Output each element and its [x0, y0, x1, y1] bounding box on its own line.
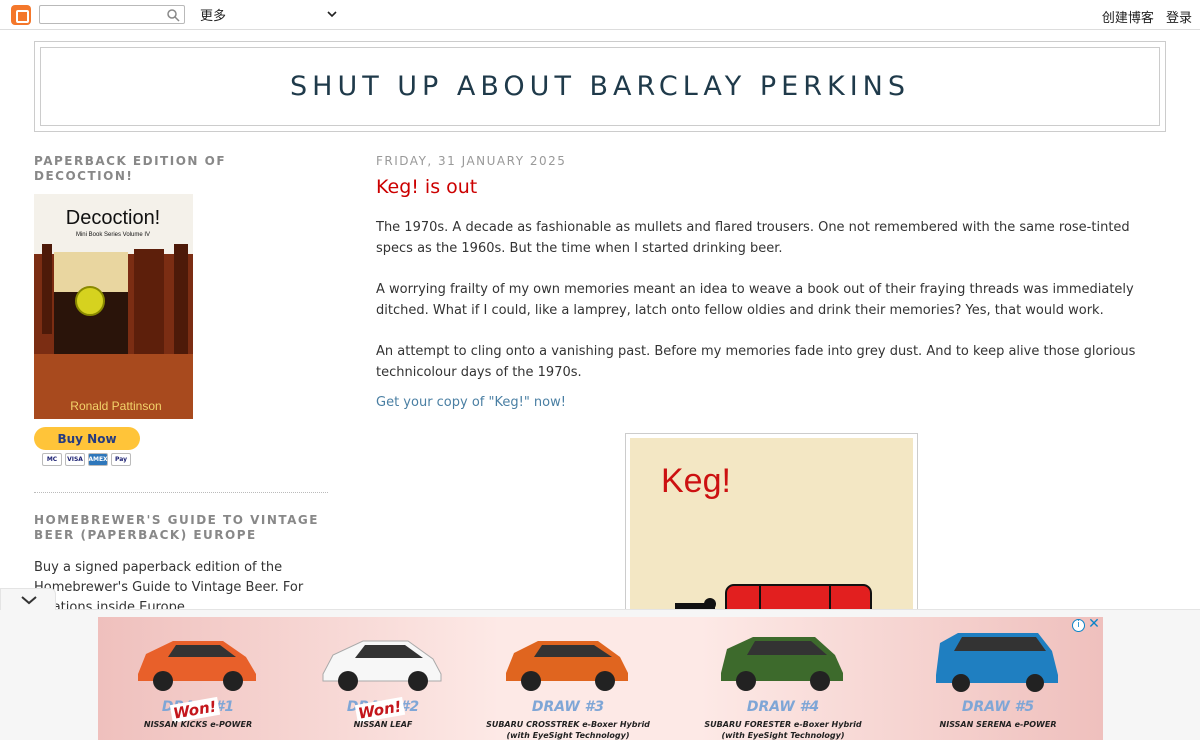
- book-author: Ronald Pattinson: [70, 399, 161, 413]
- navbar: 更多 创建博客 登录: [0, 0, 1200, 30]
- model-label: SUBARU FORESTER e-Boxer Hybrid (with Eye…: [704, 720, 862, 740]
- post: FRIDAY, 31 JANUARY 2025 Keg! is out The …: [376, 154, 1166, 633]
- create-blog-link[interactable]: 创建博客: [1102, 11, 1154, 26]
- post-body: The 1970s. A decade as fashionable as mu…: [376, 217, 1166, 410]
- car-image: [322, 640, 442, 691]
- search-icon[interactable]: [166, 8, 180, 22]
- apple-pay-icon: Pay: [111, 453, 131, 466]
- keg-cover: Keg!: [630, 438, 913, 628]
- nav-right-links: 创建博客 登录: [1094, 7, 1192, 26]
- get-copy-link[interactable]: Get your copy of "Keg!" now!: [376, 395, 1166, 410]
- book-series: Mini Book Series Volume IV: [76, 232, 150, 238]
- draw-label: DRAW #3: [531, 699, 605, 715]
- model-label: NISSAN LEAF: [353, 720, 413, 729]
- ad-item[interactable]: DRAW #3 SUBARU CROSSTREK e-Boxer Hybrid …: [483, 623, 653, 740]
- model-label: SUBARU CROSSTREK e-Boxer Hybrid (with Ey…: [486, 720, 650, 740]
- car-image: [721, 637, 843, 691]
- ad-item[interactable]: DRAW #5 NISSAN SERENA e-POWER: [913, 623, 1083, 740]
- car-image: [506, 641, 628, 691]
- chevron-down-icon: [21, 596, 37, 605]
- post-paragraph: The 1970s. A decade as fashionable as mu…: [376, 220, 1130, 256]
- widget-title-homebrewers: HOMEBREWER'S GUIDE TO VINTAGE BEER (PAPE…: [34, 513, 319, 542]
- keg-book-image[interactable]: Keg!: [625, 433, 918, 633]
- car-ad-banner[interactable]: i ✕ DRAW #1 Won! NISSAN KICKS e-POWER DR…: [98, 617, 1103, 740]
- draw-label: DRAW #5: [961, 699, 1035, 715]
- book-cover-art: Decoction! Mini Book Series Volume IV Ro…: [34, 194, 193, 419]
- sidebar: PAPERBACK EDITION OF DECOCTION! Decoctio…: [34, 154, 328, 618]
- blog-title[interactable]: SHUT UP ABOUT BARCLAY PERKINS: [290, 71, 910, 102]
- ad-item[interactable]: DRAW #1 Won! NISSAN KICKS e-POWER: [113, 623, 283, 740]
- car-image: [138, 641, 256, 691]
- book-title: Decoction!: [66, 207, 161, 229]
- more-label: 更多: [200, 9, 227, 24]
- ad-strip: i ✕ DRAW #1 Won! NISSAN KICKS e-POWER DR…: [0, 588, 1200, 740]
- mastercard-icon: MC: [42, 453, 62, 466]
- blogger-logo-icon[interactable]: [11, 5, 31, 25]
- blog-header: SHUT UP ABOUT BARCLAY PERKINS: [34, 41, 1166, 132]
- decoction-book-cover[interactable]: Decoction! Mini Book Series Volume IV Ro…: [34, 194, 193, 419]
- payment-cards: MC VISA AMEX Pay: [42, 453, 328, 466]
- ad-item[interactable]: DRAW #4 SUBARU FORESTER e-Boxer Hybrid (…: [698, 623, 868, 740]
- model-label: NISSAN SERENA e-POWER: [939, 720, 1057, 729]
- model-label: NISSAN KICKS e-POWER: [143, 720, 253, 729]
- sidebar-divider: [34, 492, 328, 493]
- buy-now-button[interactable]: Buy Now: [34, 427, 140, 450]
- car-image: [936, 633, 1058, 692]
- amex-icon: AMEX: [88, 453, 108, 466]
- login-link[interactable]: 登录: [1166, 11, 1192, 26]
- keg-cover-art: [675, 584, 872, 628]
- ad-item[interactable]: DRAW #2 Won! NISSAN LEAF: [298, 623, 468, 740]
- widget-title-decoction: PAPERBACK EDITION OF DECOCTION!: [34, 154, 227, 183]
- post-paragraph: A worrying frailty of my own memories me…: [376, 282, 1134, 318]
- post-date: FRIDAY, 31 JANUARY 2025: [376, 154, 567, 168]
- ad-collapse-button[interactable]: [0, 588, 56, 610]
- post-paragraph: An attempt to cling onto a vanishing pas…: [376, 344, 1136, 380]
- more-dropdown[interactable]: 更多: [200, 5, 340, 24]
- post-title[interactable]: Keg! is out: [376, 176, 1166, 198]
- visa-icon: VISA: [65, 453, 85, 466]
- ad-close-icon[interactable]: ✕: [1087, 617, 1101, 631]
- blog-header-inner: SHUT UP ABOUT BARCLAY PERKINS: [40, 47, 1160, 126]
- chevron-down-icon: [327, 11, 337, 18]
- widget-homebrewers-guide: HOMEBREWER'S GUIDE TO VINTAGE BEER (PAPE…: [34, 513, 328, 618]
- search-input[interactable]: [39, 5, 185, 24]
- draw-label: DRAW #4: [746, 699, 820, 715]
